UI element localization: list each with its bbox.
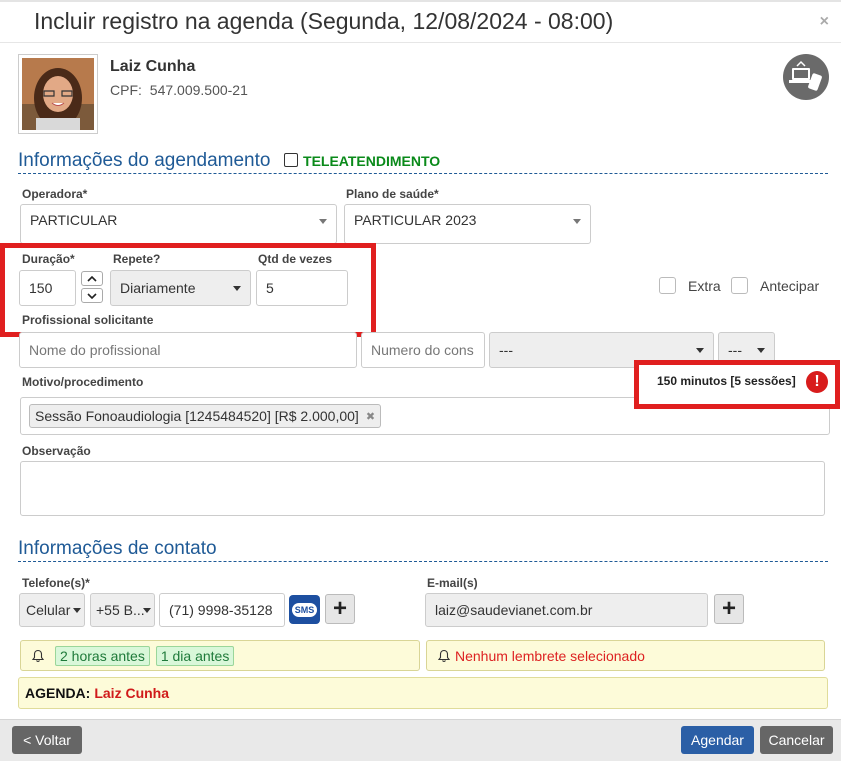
patient-name: Laiz Cunha (110, 58, 196, 75)
duracao-decrement-button[interactable] (81, 288, 103, 303)
operadora-value: PARTICULAR (30, 212, 118, 228)
observacao-label: Observação (22, 444, 91, 458)
back-button[interactable]: < Voltar (12, 726, 82, 754)
conselho-select-value: --- (499, 342, 513, 358)
repete-label: Repete? (113, 252, 161, 266)
section-agendamento-label: Informações do agendamento (18, 150, 271, 171)
titlebar-separator (0, 42, 841, 43)
plus-icon: + (721, 595, 736, 622)
cpf-label: CPF: (110, 82, 142, 98)
antecipar-checkbox[interactable] (731, 277, 748, 294)
chevron-down-icon (319, 219, 327, 224)
teleatendimento-checkbox[interactable] (283, 153, 298, 167)
extra-checkbox[interactable] (659, 277, 676, 294)
chevron-down-icon (143, 608, 151, 613)
telefone-label: Telefone(s)* (22, 576, 90, 590)
telefone-numero-value: (71) 9998-35128 (169, 602, 273, 618)
cpf-value: 547.009.500-21 (149, 82, 248, 98)
telefone-numero-input[interactable]: (71) 9998-35128 (159, 593, 285, 627)
section-divider (18, 561, 828, 562)
telefone-ddi-value: +55 B... (96, 602, 145, 618)
bell-icon (31, 649, 45, 662)
email-label: E-mail(s) (427, 576, 478, 590)
chevron-down-icon (696, 348, 704, 353)
avatar (22, 58, 94, 130)
telefone-ddi-select[interactable]: +55 B... (90, 593, 155, 627)
plano-value: PARTICULAR 2023 (354, 212, 477, 228)
cancel-button[interactable]: Cancelar (760, 726, 833, 754)
duracao-input[interactable]: 150 (19, 270, 76, 306)
email-input[interactable]: laiz@saudevianet.com.br (425, 593, 708, 627)
phone-reminders-bar: 2 horas antes 1 dia antes (20, 640, 420, 671)
add-phone-button[interactable]: + (325, 594, 355, 624)
repete-select[interactable]: Diariamente (110, 270, 251, 306)
email-value: laiz@saudevianet.com.br (435, 602, 593, 618)
procedure-tag-label: Sessão Fonoaudiologia [1245484520] [R$ 2… (35, 408, 359, 424)
duracao-increment-button[interactable] (81, 271, 103, 286)
add-email-button[interactable]: + (714, 594, 744, 624)
motivo-label: Motivo/procedimento (22, 375, 144, 389)
extra-label[interactable]: Extra (688, 278, 721, 294)
chevron-down-icon (87, 292, 97, 299)
close-icon[interactable]: × (820, 13, 829, 31)
observacao-textarea[interactable] (20, 461, 825, 516)
plus-icon: + (332, 595, 347, 622)
chevron-up-icon (87, 275, 97, 282)
schedule-button[interactable]: Agendar (681, 726, 754, 754)
chevron-down-icon (757, 348, 765, 353)
plano-select[interactable]: PARTICULAR 2023 (344, 204, 591, 244)
chevron-down-icon (73, 608, 81, 613)
qtd-input[interactable]: 5 (256, 270, 348, 306)
sms-icon: SMS (291, 602, 318, 617)
telefone-tipo-value: Celular (26, 602, 71, 618)
duracao-label: Duração* (22, 252, 75, 266)
numero-conselho-placeholder: Numero do cons (371, 342, 474, 358)
warning-icon: ! (806, 371, 828, 393)
email-reminders-bar: Nenhum lembrete selecionado (426, 640, 825, 671)
repete-value: Diariamente (120, 280, 196, 296)
patient-photo (18, 54, 98, 134)
numero-conselho-input[interactable]: Numero do cons (361, 332, 485, 368)
patient-cpf: CPF: 547.009.500-21 (110, 82, 248, 98)
tag-remove-icon[interactable]: ✖ (366, 410, 375, 423)
profissional-nome-placeholder: Nome do profissional (29, 342, 161, 358)
section-title-contato: Informações de contato (18, 538, 217, 559)
teleatendimento-label[interactable]: TELEATENDIMENTO (303, 153, 440, 169)
bell-icon (437, 649, 451, 662)
motivo-summary: 150 minutos [5 sessões] (657, 374, 796, 388)
sms-button[interactable]: SMS (289, 595, 320, 624)
agenda-bar: AGENDA: Laiz Cunha (18, 677, 828, 709)
plano-label: Plano de saúde* (346, 187, 439, 201)
telemedicine-device-icon[interactable] (783, 54, 829, 100)
section-divider (18, 173, 828, 174)
reminder-option[interactable]: 1 dia antes (155, 645, 235, 666)
antecipar-label[interactable]: Antecipar (760, 278, 819, 294)
profissional-nome-input[interactable]: Nome do profissional (19, 332, 357, 368)
chevron-down-icon (573, 219, 581, 224)
duracao-value: 150 (29, 280, 53, 296)
chevron-down-icon (233, 286, 241, 291)
qtd-value: 5 (266, 280, 274, 296)
top-line (0, 0, 841, 2)
no-reminder-text: Nenhum lembrete selecionado (455, 647, 645, 664)
qtd-label: Qtd de vezes (258, 252, 333, 266)
solicitante-label: Profissional solicitante (22, 313, 154, 327)
agenda-name: Laiz Cunha (94, 685, 170, 701)
operadora-select[interactable]: PARTICULAR (20, 204, 337, 244)
section-title-agendamento: Informações do agendamento TELEATENDIMEN… (18, 150, 440, 172)
reminder-option[interactable]: 2 horas antes (55, 645, 150, 666)
dialog-title: Incluir registro na agenda (Segunda, 12/… (34, 8, 614, 34)
telefone-tipo-select[interactable]: Celular (19, 593, 85, 627)
uf-select-value: --- (728, 342, 742, 358)
operadora-label: Operadora* (22, 187, 88, 201)
agenda-label: AGENDA: (25, 685, 91, 701)
procedure-tag: Sessão Fonoaudiologia [1245484520] [R$ 2… (29, 404, 382, 428)
